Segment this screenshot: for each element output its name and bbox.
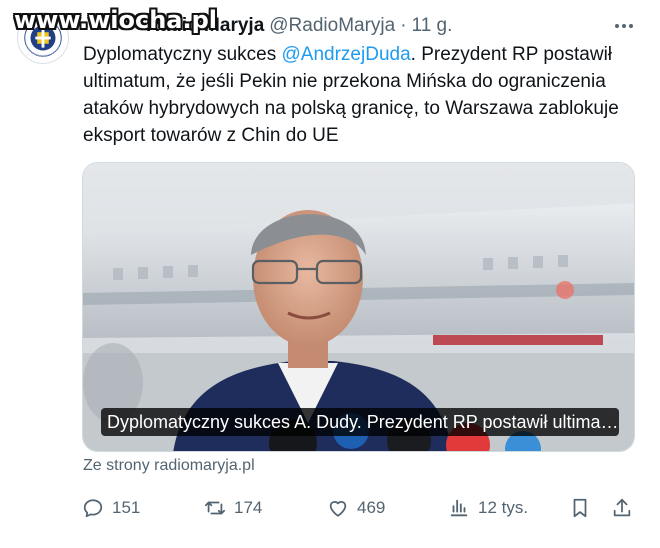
action-bar: 151 174 469 12 tys. [82,493,638,523]
radio-maryja-logo-icon [19,14,67,62]
more-options-button[interactable] [610,14,638,38]
reply-icon [83,499,103,518]
like-button[interactable]: 469 [327,493,385,523]
link-card[interactable]: Dyplomatyczny sukces A. Dudy. Prezydent … [82,162,635,452]
retweet-icon [204,501,226,515]
bookmark-icon [573,498,587,518]
tweet-text: Dyplomatyczny sukces @AndrzejDuda. Prezy… [83,41,633,149]
share-icon [613,498,631,517]
source-link[interactable]: Ze strony radiomaryja.pl [83,457,255,475]
tweet[interactable]: www.wiocha.pl Radio Maryja @RadioMaryja … [0,0,660,548]
card-caption: Dyplomatyczny sukces A. Dudy. Prezydent … [101,408,619,436]
reply-button[interactable]: 151 [82,493,140,523]
reply-count: 151 [112,498,141,517]
views-count: 12 tys. [478,498,529,517]
mention-link[interactable]: @AndrzejDuda [282,44,411,65]
retweet-count: 174 [234,498,263,517]
views-button[interactable]: 12 tys. [448,493,528,523]
avatar[interactable] [17,12,69,64]
separator-dot: · [400,15,407,36]
views-icon [450,499,468,517]
author-handle[interactable]: @RadioMaryja [269,15,395,37]
tweet-header: Radio Maryja @RadioMaryja · 11 g. [83,15,452,37]
author-display-name[interactable]: Radio Maryja [146,15,264,37]
share-button[interactable] [611,493,633,523]
retweet-button[interactable]: 174 [204,493,262,523]
more-icon [615,24,633,28]
like-count: 469 [357,498,386,517]
bookmark-button[interactable] [569,493,591,523]
tweet-text-start: Dyplomatyczny sukces [83,44,282,65]
heart-icon [329,501,347,517]
tweet-timestamp[interactable]: 11 g. [412,15,453,37]
